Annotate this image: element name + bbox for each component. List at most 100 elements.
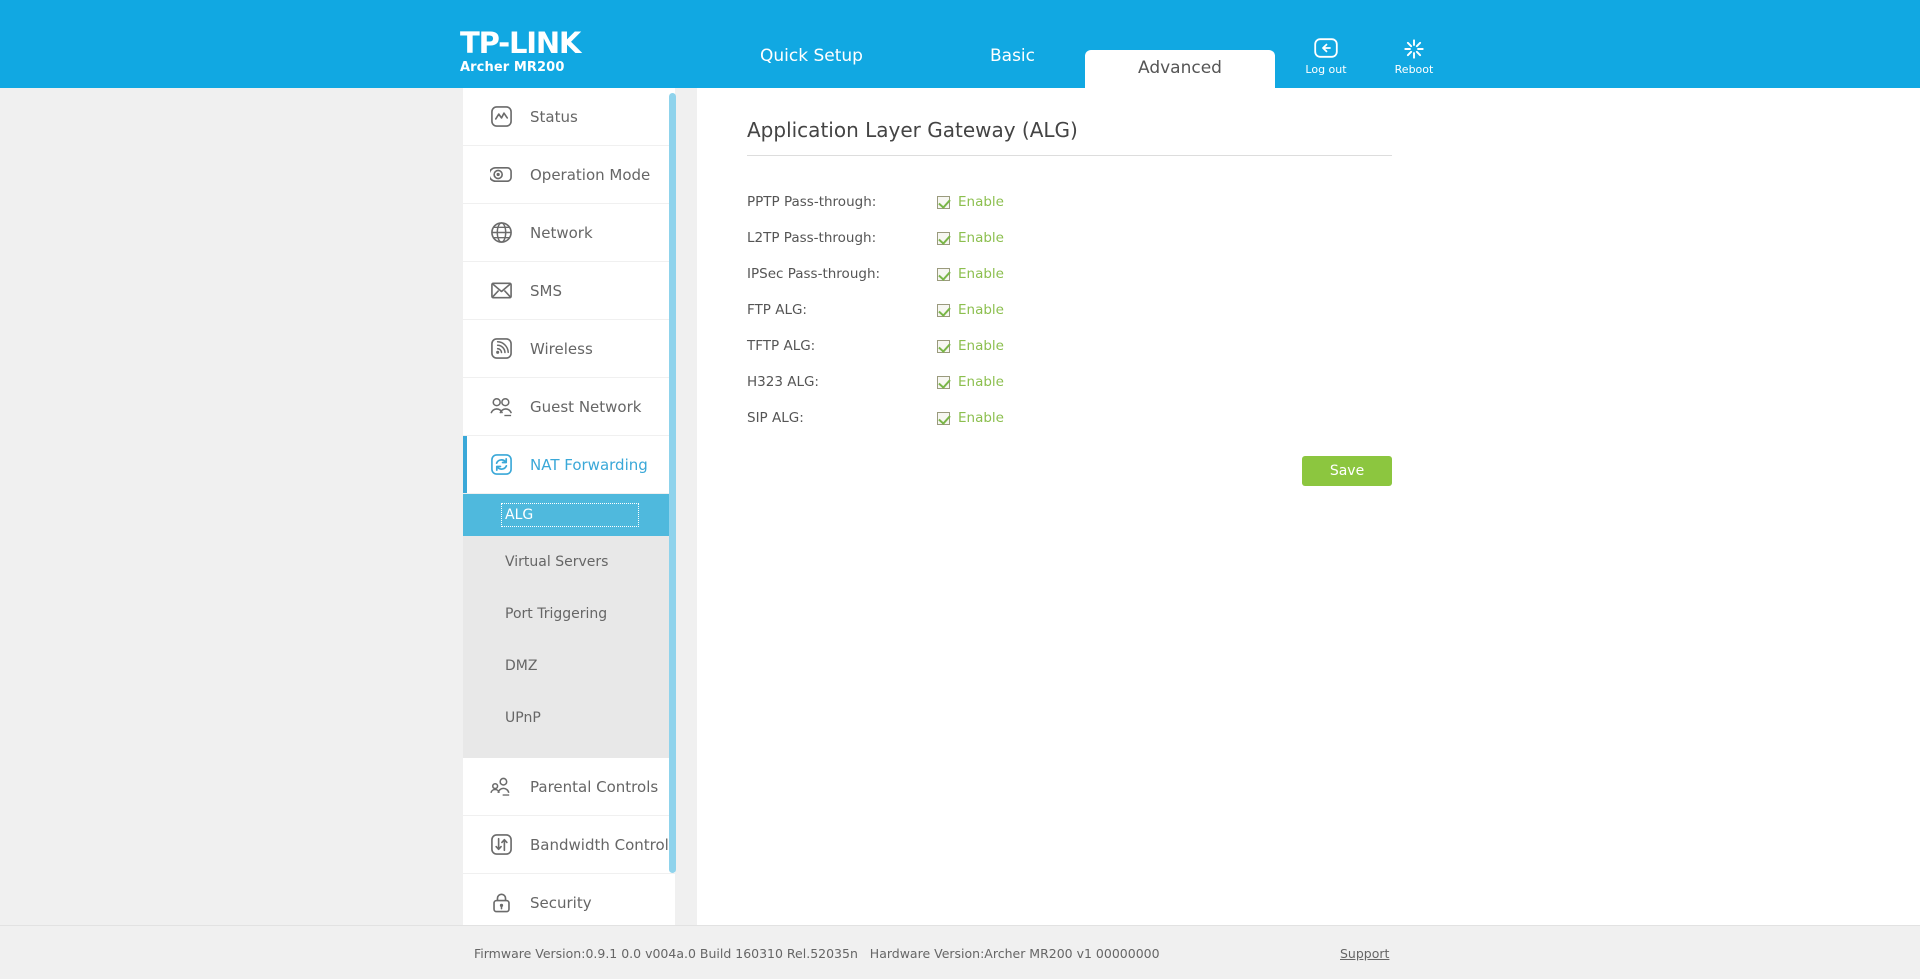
parental-controls-icon — [488, 774, 514, 800]
logo-model-name: Archer MR200 — [460, 60, 565, 75]
reboot-label: Reboot — [1394, 63, 1434, 76]
header-actions: Log out Reboot — [1300, 38, 1440, 76]
checkbox-label: Enable — [958, 374, 1004, 390]
form-label: H323 ALG: — [747, 374, 819, 390]
submenu-item-label: DMZ — [505, 658, 538, 674]
pptp-passthrough-checkbox[interactable]: Enable — [937, 193, 1004, 211]
submenu-item-label: Port Triggering — [505, 606, 608, 622]
brand-logo[interactable]: TP-LINK Archer MR200 — [460, 28, 640, 76]
status-icon — [488, 104, 514, 130]
form-row-l2tp-passthrough: L2TP Pass-through: Enable — [747, 220, 1920, 256]
nat-forwarding-icon — [488, 452, 514, 478]
checkbox-checked-icon — [937, 195, 950, 209]
ftp-alg-checkbox[interactable]: Enable — [937, 301, 1004, 319]
guest-network-icon — [488, 394, 514, 420]
sidebar-item-bandwidth-control[interactable]: Bandwidth Control — [463, 816, 675, 873]
tab-quick-setup[interactable]: Quick Setup — [750, 40, 873, 72]
submenu-item-virtual-servers[interactable]: Virtual Servers — [463, 536, 675, 588]
sidebar-item-label: NAT Forwarding — [530, 455, 648, 474]
form-row-sip-alg: SIP ALG: Enable — [747, 400, 1920, 436]
form-row-tftp-alg: TFTP ALG: Enable — [747, 328, 1920, 364]
sidebar-item-nat-forwarding[interactable]: NAT Forwarding — [463, 436, 675, 493]
submenu-item-label: UPnP — [505, 710, 541, 726]
form-row-pptp-passthrough: PPTP Pass-through: Enable — [747, 184, 1920, 220]
reboot-icon — [1402, 38, 1426, 60]
sidebar-item-label: Operation Mode — [530, 165, 651, 184]
checkbox-checked-icon — [937, 339, 950, 353]
submenu-item-port-triggering[interactable]: Port Triggering — [463, 588, 675, 640]
sidebar-item-label: SMS — [530, 281, 562, 300]
submenu-item-alg[interactable]: ALG — [463, 494, 675, 536]
form-label: L2TP Pass-through: — [747, 230, 877, 246]
support-link[interactable]: Support — [1340, 945, 1389, 962]
tab-advanced[interactable]: Advanced — [1085, 50, 1275, 88]
logo-wordmark: TP-LINK — [460, 26, 581, 60]
form-label: FTP ALG: — [747, 302, 807, 318]
sidebar-item-parental-controls[interactable]: Parental Controls — [463, 758, 675, 815]
form-label: IPSec Pass-through: — [747, 266, 881, 282]
checkbox-checked-icon — [937, 303, 950, 317]
app-header: TP-LINK Archer MR200 Quick Setup Basic A… — [0, 0, 1920, 88]
security-lock-icon — [488, 890, 514, 916]
save-button[interactable]: Save — [1302, 456, 1392, 486]
submenu-item-upnp[interactable]: UPnP — [463, 692, 675, 744]
sidebar-item-label: Bandwidth Control — [530, 835, 669, 854]
checkbox-label: Enable — [958, 302, 1004, 318]
form-row-ftp-alg: FTP ALG: Enable — [747, 292, 1920, 328]
tftp-alg-checkbox[interactable]: Enable — [937, 337, 1004, 355]
sidebar-submenu-nat-forwarding: ALG Virtual Servers Port Triggering DMZ … — [463, 494, 675, 758]
checkbox-checked-icon — [937, 411, 950, 425]
submenu-item-label: Virtual Servers — [505, 554, 609, 570]
sidebar-item-operation-mode[interactable]: Operation Mode — [463, 146, 675, 203]
network-globe-icon — [488, 220, 514, 246]
h323-alg-checkbox[interactable]: Enable — [937, 373, 1004, 391]
sip-alg-checkbox[interactable]: Enable — [937, 409, 1004, 427]
checkbox-label: Enable — [958, 230, 1004, 246]
sidebar-item-label: Security — [530, 893, 592, 912]
checkbox-label: Enable — [958, 266, 1004, 282]
save-row: Save — [747, 456, 1392, 486]
sidebar-item-wireless[interactable]: Wireless — [463, 320, 675, 377]
checkbox-label: Enable — [958, 338, 1004, 354]
form-row-ipsec-passthrough: IPSec Pass-through: Enable — [747, 256, 1920, 292]
sidebar-item-sms[interactable]: SMS — [463, 262, 675, 319]
sidebar-item-label: Network — [530, 223, 593, 242]
operation-mode-icon — [488, 162, 514, 188]
checkbox-label: Enable — [958, 194, 1004, 210]
form-label: SIP ALG: — [747, 410, 804, 426]
sidebar-item-label: Guest Network — [530, 397, 642, 416]
logout-icon — [1314, 38, 1338, 60]
checkbox-label: Enable — [958, 410, 1004, 426]
sms-envelope-icon — [488, 278, 514, 304]
l2tp-passthrough-checkbox[interactable]: Enable — [937, 229, 1004, 247]
sidebar-item-label: Wireless — [530, 339, 593, 358]
sidebar-item-network[interactable]: Network — [463, 204, 675, 261]
ipsec-passthrough-checkbox[interactable]: Enable — [937, 265, 1004, 283]
logout-button[interactable]: Log out — [1300, 38, 1352, 76]
sidebar-item-security[interactable]: Security — [463, 874, 675, 925]
logout-label: Log out — [1305, 63, 1347, 76]
submenu-item-dmz[interactable]: DMZ — [463, 640, 675, 692]
reboot-button[interactable]: Reboot — [1388, 38, 1440, 76]
submenu-item-label: ALG — [501, 503, 639, 527]
sidebar-item-status[interactable]: Status — [463, 88, 675, 145]
checkbox-checked-icon — [937, 267, 950, 281]
sidebar-item-label: Status — [530, 107, 578, 126]
bandwidth-control-icon — [488, 832, 514, 858]
sidebar-scrollbar[interactable] — [669, 93, 676, 873]
checkbox-checked-icon — [937, 231, 950, 245]
sidebar-item-label: Parental Controls — [530, 777, 659, 796]
checkbox-checked-icon — [937, 375, 950, 389]
firmware-hardware-version: Firmware Version:0.9.1 0.0 v004a.0 Build… — [474, 946, 1160, 961]
page-body: Status Operation Mode Network SMS Wirele… — [0, 88, 1920, 925]
wireless-signal-icon — [488, 336, 514, 362]
sidebar-navigation: Status Operation Mode Network SMS Wirele… — [463, 88, 677, 925]
form-label: PPTP Pass-through: — [747, 194, 877, 210]
main-content: Application Layer Gateway (ALG) PPTP Pas… — [697, 88, 1920, 925]
title-divider — [747, 155, 1392, 156]
form-label: TFTP ALG: — [747, 338, 816, 354]
page-footer: Firmware Version:0.9.1 0.0 v004a.0 Build… — [0, 925, 1920, 979]
tab-basic[interactable]: Basic — [980, 40, 1045, 72]
form-row-h323-alg: H323 ALG: Enable — [747, 364, 1920, 400]
sidebar-item-guest-network[interactable]: Guest Network — [463, 378, 675, 435]
